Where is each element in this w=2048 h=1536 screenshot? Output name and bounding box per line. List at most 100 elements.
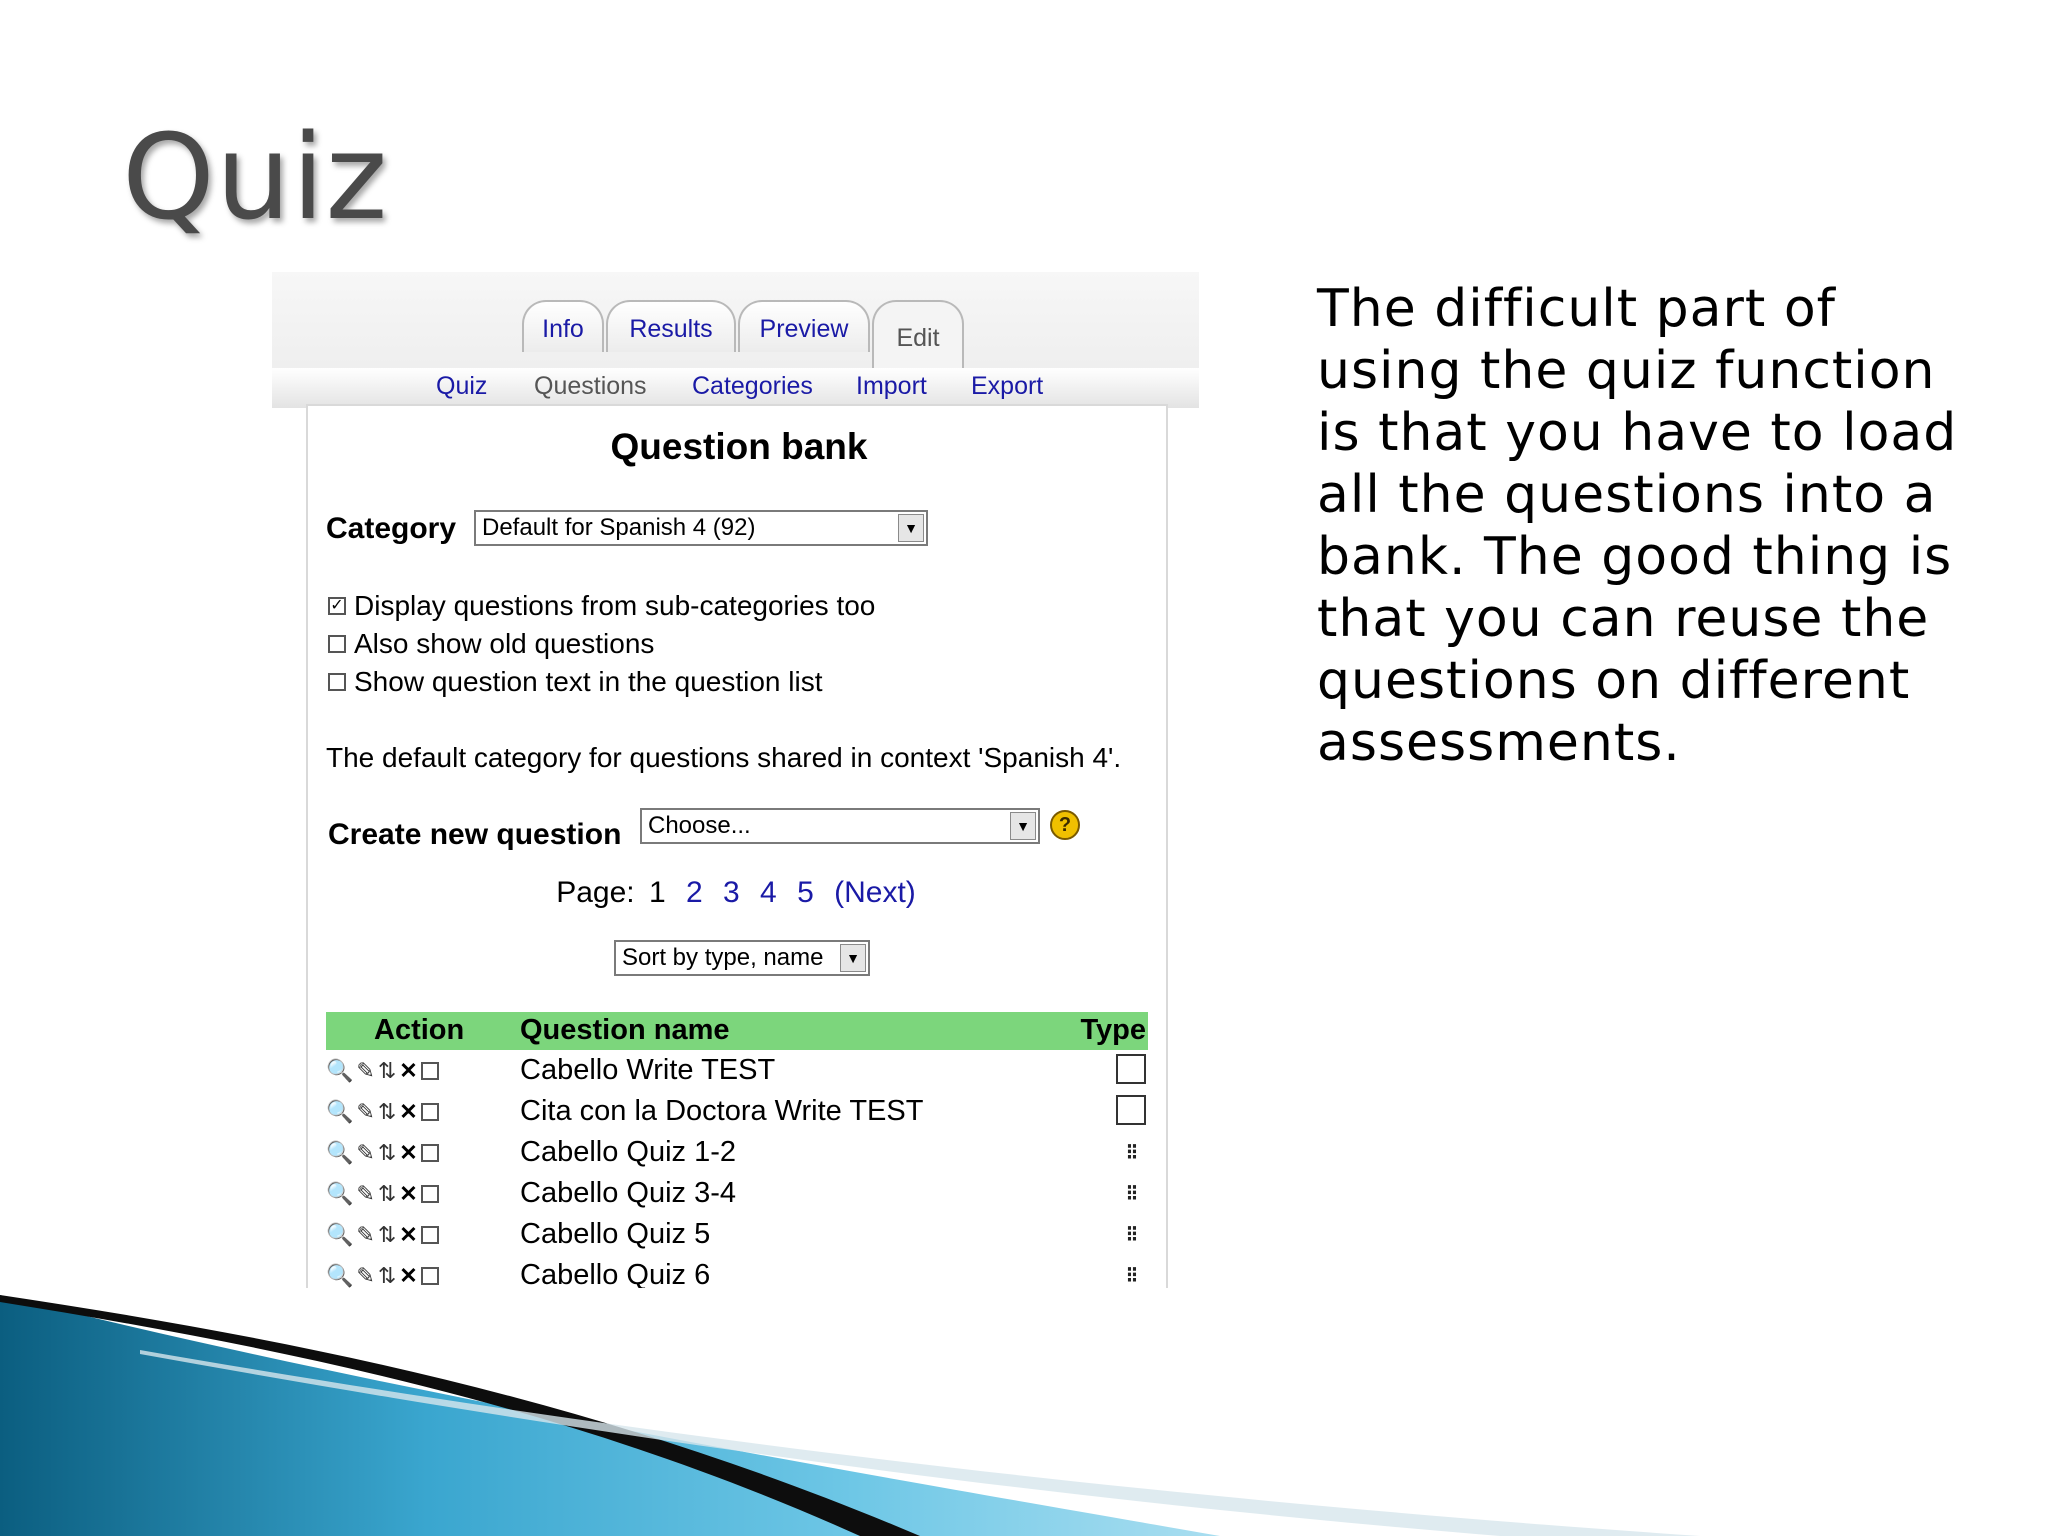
delete-icon[interactable]: ✕: [399, 1181, 417, 1207]
option-label: Also show old questions: [354, 628, 655, 659]
multichoice-type-icon: ⁝⁝: [1126, 1139, 1138, 1164]
chevron-down-icon: ▼: [840, 944, 866, 972]
preview-icon[interactable]: 🔍: [326, 1099, 353, 1125]
create-question-select[interactable]: Choose... ▼: [640, 808, 1040, 844]
table-row: 🔍 ✎ ⇅ ✕ Cabello Quiz 1-2 ⁝⁝: [326, 1132, 1148, 1173]
page-next-link[interactable]: (Next): [834, 876, 916, 909]
slide-body-text: The difficult part of using the quiz fun…: [1317, 279, 1958, 773]
edit-icon[interactable]: ✎: [356, 1099, 374, 1125]
tab-edit[interactable]: Edit: [872, 300, 964, 370]
row-actions: 🔍 ✎ ⇅ ✕: [326, 1220, 466, 1250]
row-actions: 🔍 ✎ ⇅ ✕: [326, 1138, 466, 1168]
checkbox-checked[interactable]: ✓: [328, 597, 346, 615]
preview-icon[interactable]: 🔍: [326, 1181, 353, 1207]
delete-icon[interactable]: ✕: [399, 1263, 417, 1288]
option-label: Display questions from sub-categories to…: [354, 590, 876, 621]
question-name: Cabello Quiz 3-4: [520, 1177, 736, 1209]
subtab-export[interactable]: Export: [971, 372, 1043, 401]
header-action: Action: [374, 1014, 465, 1046]
row-select-checkbox[interactable]: [420, 1185, 439, 1203]
preview-icon[interactable]: 🔍: [326, 1140, 353, 1166]
table-row: 🔍 ✎ ⇅ ✕ Cita con la Doctora Write TEST: [326, 1091, 1148, 1132]
tab-info[interactable]: Info: [522, 300, 604, 352]
edit-icon[interactable]: ✎: [356, 1058, 374, 1084]
multichoice-type-icon: ⁝⁝: [1126, 1262, 1138, 1287]
help-icon[interactable]: ?: [1050, 810, 1080, 840]
essay-type-icon: [1116, 1095, 1146, 1125]
table-row: 🔍 ✎ ⇅ ✕ Cabello Write TEST: [326, 1050, 1148, 1091]
edit-icon[interactable]: ✎: [356, 1181, 374, 1207]
row-select-checkbox[interactable]: [420, 1226, 439, 1244]
subtab-questions[interactable]: Questions: [534, 372, 647, 401]
question-name: Cabello Quiz 5: [520, 1218, 711, 1250]
subtab-quiz[interactable]: Quiz: [436, 372, 487, 401]
move-icon[interactable]: ⇅: [378, 1222, 396, 1248]
page-link-2[interactable]: 2: [686, 876, 703, 909]
table-row: 🔍 ✎ ⇅ ✕ Cabello Quiz 5 ⁝⁝: [326, 1214, 1148, 1255]
essay-type-icon: [1116, 1054, 1146, 1084]
option-old-questions[interactable]: Also show old questions: [328, 628, 654, 660]
tab-preview[interactable]: Preview: [738, 300, 870, 352]
category-select[interactable]: Default for Spanish 4 (92) ▼: [474, 510, 928, 546]
delete-icon[interactable]: ✕: [399, 1058, 417, 1084]
table-row: 🔍 ✎ ⇅ ✕ Cabello Quiz 6 ⁝⁝: [326, 1255, 1148, 1288]
tab-results[interactable]: Results: [606, 300, 736, 352]
header-type[interactable]: Type: [1080, 1014, 1146, 1047]
chevron-down-icon: ▼: [898, 514, 924, 542]
delete-icon[interactable]: ✕: [399, 1140, 417, 1166]
multichoice-type-icon: ⁝⁝: [1126, 1221, 1138, 1246]
edit-icon[interactable]: ✎: [356, 1222, 374, 1248]
checkbox[interactable]: [328, 635, 346, 653]
edit-icon[interactable]: ✎: [356, 1263, 374, 1288]
row-select-checkbox[interactable]: [420, 1103, 439, 1121]
subtab-categories[interactable]: Categories: [692, 372, 813, 401]
multichoice-type-icon: ⁝⁝: [1126, 1180, 1138, 1205]
create-question-value: Choose...: [648, 812, 751, 839]
category-label: Category: [326, 512, 457, 545]
moodle-screenshot: Info Results Preview Edit Quiz Questions…: [272, 272, 1199, 1288]
move-icon[interactable]: ⇅: [378, 1181, 396, 1207]
page-link-4[interactable]: 4: [760, 876, 777, 909]
sub-tabs: Quiz Questions Categories Import Export: [272, 368, 1199, 408]
option-subcategories[interactable]: ✓ Display questions from sub-categories …: [328, 590, 875, 622]
subtab-import[interactable]: Import: [856, 372, 927, 401]
move-icon[interactable]: ⇅: [378, 1058, 396, 1084]
create-question-label: Create new question: [328, 818, 622, 851]
chevron-down-icon: ▼: [1010, 812, 1036, 840]
question-name: Cabello Quiz 1-2: [520, 1136, 736, 1168]
page-link-3[interactable]: 3: [723, 876, 740, 909]
sort-select[interactable]: Sort by type, name ▼: [614, 940, 870, 976]
move-icon[interactable]: ⇅: [378, 1140, 396, 1166]
category-select-value: Default for Spanish 4 (92): [482, 514, 756, 541]
move-icon[interactable]: ⇅: [378, 1263, 396, 1288]
pagination: Page: 1 2 3 4 5 (Next): [308, 876, 1170, 910]
main-tabs: Info Results Preview Edit: [272, 300, 1199, 370]
row-actions: 🔍 ✎ ⇅ ✕: [326, 1056, 466, 1086]
header-question-name[interactable]: Question name: [520, 1014, 730, 1047]
option-show-question-text[interactable]: Show question text in the question list: [328, 666, 823, 698]
row-select-checkbox[interactable]: [420, 1267, 439, 1285]
pager-label: Page:: [556, 876, 635, 909]
row-select-checkbox[interactable]: [420, 1144, 439, 1162]
question-name: Cabello Write TEST: [520, 1054, 776, 1086]
preview-icon[interactable]: 🔍: [326, 1263, 353, 1288]
page-current: 1: [648, 876, 666, 909]
edit-icon[interactable]: ✎: [356, 1140, 374, 1166]
move-icon[interactable]: ⇅: [378, 1099, 396, 1125]
row-actions: 🔍 ✎ ⇅ ✕: [326, 1097, 466, 1127]
question-name: Cabello Quiz 6: [520, 1259, 711, 1288]
option-label: Show question text in the question list: [354, 666, 823, 697]
preview-icon[interactable]: 🔍: [326, 1058, 353, 1084]
row-select-checkbox[interactable]: [420, 1062, 439, 1080]
decorative-swoosh: [0, 1295, 1700, 1536]
page-link-5[interactable]: 5: [797, 876, 814, 909]
table-row: 🔍 ✎ ⇅ ✕ Cabello Quiz 3-4 ⁝⁝: [326, 1173, 1148, 1214]
question-bank-panel: Question bank Category Default for Spani…: [306, 404, 1168, 1288]
delete-icon[interactable]: ✕: [399, 1222, 417, 1248]
slide-title: Quiz: [122, 108, 389, 246]
preview-icon[interactable]: 🔍: [326, 1222, 353, 1248]
row-actions: 🔍 ✎ ⇅ ✕: [326, 1261, 466, 1288]
sort-select-value: Sort by type, name: [622, 944, 824, 971]
checkbox[interactable]: [328, 673, 346, 691]
delete-icon[interactable]: ✕: [399, 1099, 417, 1125]
